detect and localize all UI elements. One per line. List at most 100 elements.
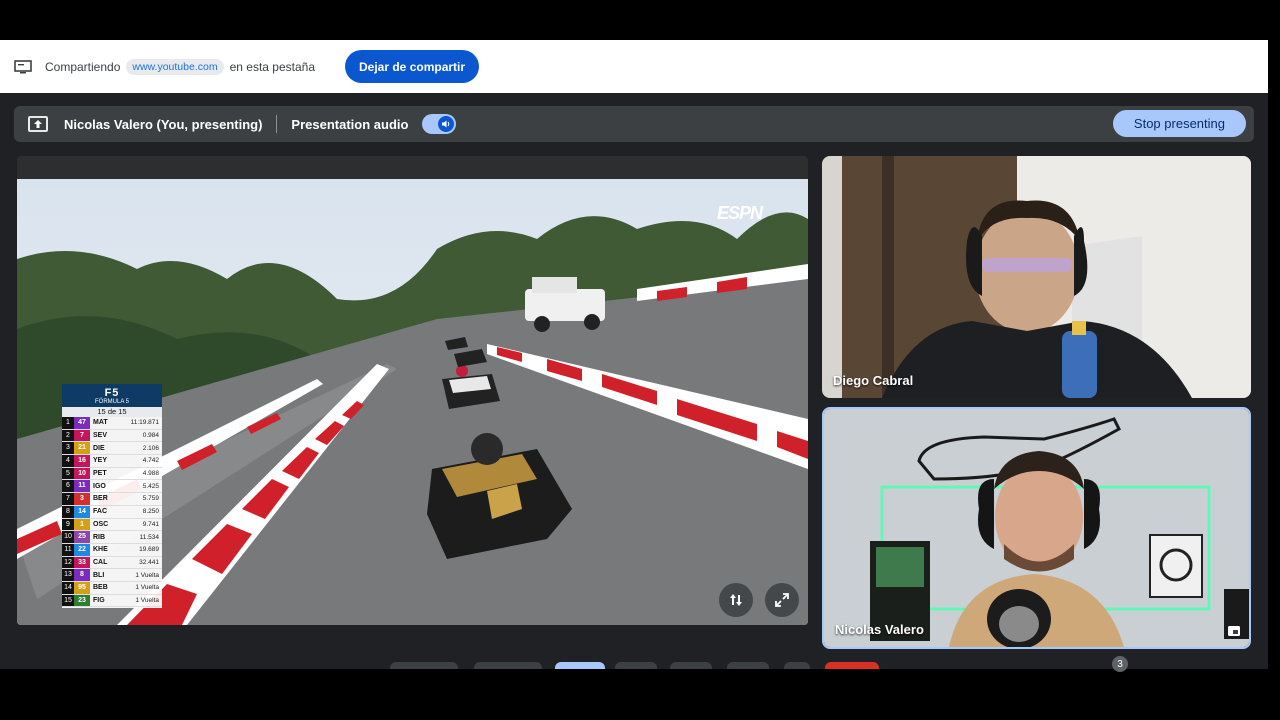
participant-name-diego: Diego Cabral: [833, 373, 914, 388]
control-button-present[interactable]: [555, 662, 605, 669]
expand-icon: [775, 593, 789, 607]
gap-cell: 4.742: [142, 457, 159, 465]
driver-code-cell: IGO: [93, 482, 106, 490]
stop-presenting-button[interactable]: Stop presenting: [1112, 110, 1246, 137]
participant-tile-nicolas[interactable]: Nicolas Valero: [822, 407, 1251, 649]
position-cell: 15: [62, 594, 74, 607]
gap-cell: 8.250: [142, 508, 159, 516]
fullscreen-button[interactable]: [765, 583, 799, 617]
position-cell: 3: [62, 442, 74, 455]
car-number-cell: 3: [74, 493, 90, 505]
gap-cell: 11:19.871: [130, 419, 159, 427]
control-button-1[interactable]: [390, 662, 458, 669]
gap-cell: 1 Vuelta: [135, 571, 159, 579]
timing-row: 15 23 FIG 1 Vuelta: [62, 594, 162, 608]
position-cell: 1: [62, 417, 74, 429]
participant-count-badge: 3: [1112, 656, 1128, 672]
presentation-stage: ESPN F5 FÓRMULA 5 15 de 15 1 47 MAT 11:19.8…: [17, 156, 808, 625]
timing-row: 13 8 BLI 1 Vuelta: [62, 569, 162, 582]
position-cell: 12: [62, 556, 74, 569]
position-cell: 7: [62, 493, 74, 505]
driver-code-cell: PET: [93, 470, 107, 478]
timing-row: 9 1 OSC 9.741: [62, 518, 162, 532]
gap-cell: 2.106: [142, 444, 159, 452]
timing-row: 12 33 CAL 32.441: [62, 556, 162, 570]
control-button-2[interactable]: [474, 662, 542, 669]
driver-code-cell: YEY: [93, 457, 108, 465]
gap-cell: 11.534: [139, 533, 159, 541]
driver-code-cell: FIG: [93, 596, 105, 604]
position-cell: 5: [62, 467, 74, 480]
presenting-bar: Nicolas Valero (You, presenting) Present…: [14, 106, 1254, 142]
position-cell: 8: [62, 505, 74, 518]
position-cell: 11: [62, 543, 74, 556]
top-black-bar: [0, 0, 1280, 40]
car-number-cell: 16: [74, 455, 90, 467]
right-edge-strip: [1268, 40, 1280, 93]
presentation-audio-label: Presentation audio: [291, 116, 409, 132]
tab-sharing-bar: Compartiendo www.youtube.com en esta pes…: [0, 40, 1268, 93]
control-button-4[interactable]: [615, 662, 657, 669]
gap-cell: 1 Vuelta: [135, 596, 159, 604]
sharing-suffix: en esta pestaña: [229, 59, 315, 74]
car-number-cell: 21: [74, 442, 90, 455]
position-cell: 2: [62, 429, 74, 442]
gap-cell: 0.984: [142, 432, 159, 440]
shared-site-chip: www.youtube.com: [126, 58, 224, 75]
gap-cell: 9.741: [142, 520, 159, 528]
car-number-cell: 11: [74, 480, 90, 493]
car-number-cell: 25: [74, 531, 90, 543]
car-number-cell: 95: [74, 581, 90, 594]
participant-tile-diego[interactable]: Diego Cabral: [822, 156, 1251, 398]
timing-row: 1 47 MAT 11:19.871: [62, 417, 162, 430]
espn-logo: ESPN: [717, 203, 763, 223]
car-number-cell: 8: [74, 569, 90, 581]
car-number-cell: 33: [74, 556, 90, 569]
stop-sharing-button[interactable]: Dejar de compartir: [345, 50, 480, 83]
driver-code-cell: SEV: [93, 432, 108, 440]
pip-icon[interactable]: [1227, 625, 1241, 637]
participant-video-nicolas: [824, 409, 1249, 647]
timing-row: 3 21 DIE 2.106: [62, 442, 162, 456]
position-cell: 13: [62, 569, 74, 581]
gap-cell: 5.425: [142, 482, 159, 490]
timing-row: 6 11 IGO 5.425: [62, 480, 162, 494]
leave-call-button[interactable]: [825, 662, 879, 669]
presentation-audio-toggle[interactable]: [422, 114, 457, 134]
control-button-more[interactable]: [784, 662, 810, 669]
position-cell: 14: [62, 581, 74, 594]
driver-code-cell: KHE: [93, 546, 108, 554]
swap-arrows-icon: [730, 594, 742, 606]
timing-tower: F5 FÓRMULA 5 15 de 15 1 47 MAT 11:19.871 2 7 S…: [62, 384, 162, 608]
speaker-icon: [438, 116, 455, 132]
driver-code-cell: MAT: [93, 419, 108, 427]
divider: [276, 115, 278, 133]
car-number-cell: 22: [74, 543, 90, 556]
control-button-5[interactable]: [670, 662, 712, 669]
series-name: FÓRMULA 5: [94, 398, 129, 405]
driver-code-cell: BER: [93, 495, 108, 503]
gap-cell: 4.988: [142, 470, 159, 478]
driver-code-cell: BEB: [93, 584, 108, 592]
presenter-name: Nicolas Valero (You, presenting): [64, 116, 263, 132]
gap-cell: 5.759: [142, 495, 159, 503]
car-number-cell: 47: [74, 417, 90, 429]
meet-window: Nicolas Valero (You, presenting) Present…: [0, 93, 1268, 669]
present-screen-icon: [28, 116, 48, 132]
driver-code-cell: CAL: [93, 558, 108, 566]
position-cell: 4: [62, 455, 74, 467]
timing-row: 10 25 RIB 11.534: [62, 531, 162, 544]
position-cell: 10: [62, 531, 74, 543]
control-button-6[interactable]: [727, 662, 769, 669]
car-number-cell: 7: [74, 429, 90, 442]
lap-counter: 15 de 15: [62, 407, 162, 417]
timing-row: 4 16 YEY 4.742: [62, 455, 162, 468]
timing-rows: 1 47 MAT 11:19.871 2 7 SEV 0.984 3 21 DIE 2.106 4 16 Y…: [62, 417, 162, 608]
car-number-cell: 10: [74, 467, 90, 480]
timing-row: 5 10 PET 4.988: [62, 467, 162, 481]
position-cell: 6: [62, 480, 74, 493]
race-video: ESPN F5 FÓRMULA 5 15 de 15 1 47 MAT 11:19.8…: [17, 179, 808, 625]
screen-share-icon: [14, 59, 32, 73]
swap-layout-button[interactable]: [719, 583, 753, 617]
timing-row: 7 3 BER 5.759: [62, 493, 162, 506]
